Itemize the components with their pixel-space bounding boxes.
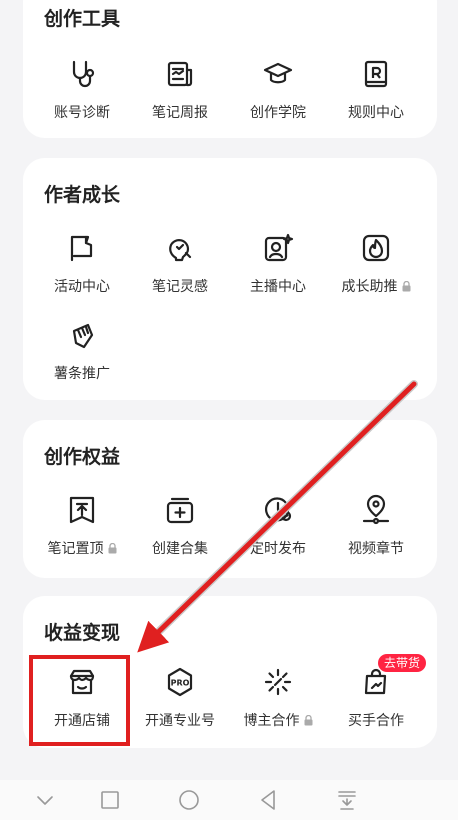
scheduled-publish-button[interactable]: 定时发布 [230, 494, 326, 558]
rule-book-icon [364, 60, 388, 88]
streamer-icon [264, 233, 294, 262]
monetization-card: 收益变现 开通店铺 PRO 开通专业号 博主合作 去带货 买手合作 [23, 596, 437, 748]
section-title: 创作权益 [44, 446, 121, 468]
tool-label: 创作学院 [250, 105, 306, 121]
collapse-icon[interactable] [33, 788, 57, 812]
svg-text:PRO: PRO [171, 679, 190, 688]
home-icon[interactable] [177, 788, 201, 812]
lock-icon [402, 281, 410, 292]
tool-label: 活动中心 [54, 279, 110, 295]
lightbulb-icon [169, 239, 192, 262]
creation-tools-card: 创作工具 账号诊断 笔记周报 创作学院 规则中心 [23, 0, 437, 138]
recent-apps-icon[interactable] [98, 788, 122, 812]
go-sell-badge[interactable]: 去带货 [378, 654, 427, 672]
tool-label: 笔记周报 [152, 105, 208, 121]
creator-rights-card: 创作权益 笔记置顶 创建合集 定时发布 视频章节 [23, 420, 437, 578]
buyer-cooperation-button[interactable]: 去带货 买手合作 [328, 654, 427, 730]
tool-label: 开通店铺 [54, 713, 110, 729]
clock-icon [265, 497, 292, 522]
note-inspiration-button[interactable]: 笔记灵感 [132, 232, 228, 296]
tool-label: 定时发布 [250, 541, 306, 557]
report-icon [167, 61, 193, 87]
pin-top-icon [69, 496, 95, 524]
section-title: 作者成长 [44, 184, 121, 206]
author-growth-card: 作者成长 活动中心 笔记灵感 主播中心 成长助推 薯条推广 [23, 158, 437, 400]
store-icon [69, 669, 95, 695]
creation-academy-button[interactable]: 创作学院 [230, 58, 326, 122]
section-title: 收益变现 [44, 622, 121, 644]
tool-label: 笔记置顶 [34, 538, 130, 558]
tool-label: 成长助推 [328, 276, 424, 296]
system-nav-bar [0, 780, 458, 820]
back-icon[interactable] [256, 788, 280, 812]
tool-label: 笔记灵感 [152, 279, 208, 295]
pin-note-button[interactable]: 笔记置顶 [34, 494, 130, 558]
blogger-cooperation-button[interactable]: 博主合作 [230, 666, 326, 730]
fries-icon [72, 323, 94, 349]
create-collection-button[interactable]: 创建合集 [132, 494, 228, 558]
fries-promotion-button[interactable]: 薯条推广 [34, 319, 130, 383]
video-chapter-icon [362, 494, 390, 525]
lock-icon [304, 715, 312, 726]
open-pro-account-button[interactable]: PRO 开通专业号 [132, 666, 228, 730]
tool-label: 薯条推广 [54, 366, 110, 382]
tool-label: 开通专业号 [145, 713, 215, 729]
graduation-cap-icon [263, 62, 293, 84]
account-diagnosis-button[interactable]: 账号诊断 [34, 58, 130, 122]
streamer-center-button[interactable]: 主播中心 [230, 232, 326, 296]
note-weekly-report-button[interactable]: 笔记周报 [132, 58, 228, 122]
open-store-button[interactable]: 开通店铺 [34, 666, 130, 730]
flame-icon [362, 234, 390, 262]
activity-center-button[interactable]: 活动中心 [34, 232, 130, 296]
add-collection-icon [166, 497, 194, 524]
tool-label: 主播中心 [250, 279, 306, 295]
tool-label: 创建合集 [152, 541, 208, 557]
rule-center-button[interactable]: 规则中心 [328, 58, 424, 122]
tool-label: 规则中心 [348, 105, 404, 121]
notification-drawer-icon[interactable] [335, 788, 359, 812]
tool-label: 视频章节 [348, 541, 404, 557]
tool-label: 博主合作 [230, 710, 326, 730]
stethoscope-icon [72, 60, 95, 88]
sparkle-icon [264, 668, 292, 696]
lock-icon [108, 543, 116, 554]
flag-icon [70, 235, 93, 262]
section-title: 创作工具 [44, 8, 121, 30]
video-chapters-button[interactable]: 视频章节 [328, 494, 424, 558]
tool-label: 账号诊断 [54, 105, 110, 121]
growth-boost-button[interactable]: 成长助推 [328, 232, 424, 296]
tool-label: 买手合作 [348, 713, 404, 729]
pro-badge-icon: PRO [167, 667, 193, 697]
